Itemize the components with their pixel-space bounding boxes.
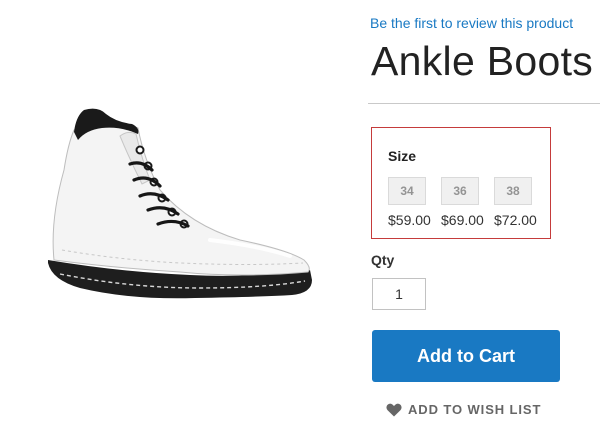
add-to-cart-button[interactable]: Add to Cart xyxy=(372,330,560,382)
product-title: Ankle Boots xyxy=(371,38,594,84)
qty-label: Qty xyxy=(371,252,395,268)
size-option-36[interactable]: 36 xyxy=(441,177,479,205)
product-image xyxy=(20,100,350,350)
qty-input[interactable] xyxy=(372,278,426,310)
wish-list-label: ADD TO WISH LIST xyxy=(408,402,542,417)
size-option-38[interactable]: 38 xyxy=(494,177,532,205)
price-36: $69.00 xyxy=(441,212,484,228)
size-selector: Size 34 36 38 $59.00 $69.00 $72.00 xyxy=(371,127,551,239)
review-link[interactable]: Be the first to review this product xyxy=(370,15,573,31)
divider xyxy=(368,103,600,104)
boot-image xyxy=(48,108,312,299)
size-label: Size xyxy=(388,148,417,164)
price-38: $72.00 xyxy=(494,212,537,228)
size-option-34[interactable]: 34 xyxy=(388,177,426,205)
add-to-wishlist-link[interactable]: ADD TO WISH LIST xyxy=(386,402,541,417)
price-34: $59.00 xyxy=(388,212,431,228)
heart-icon xyxy=(386,403,402,416)
